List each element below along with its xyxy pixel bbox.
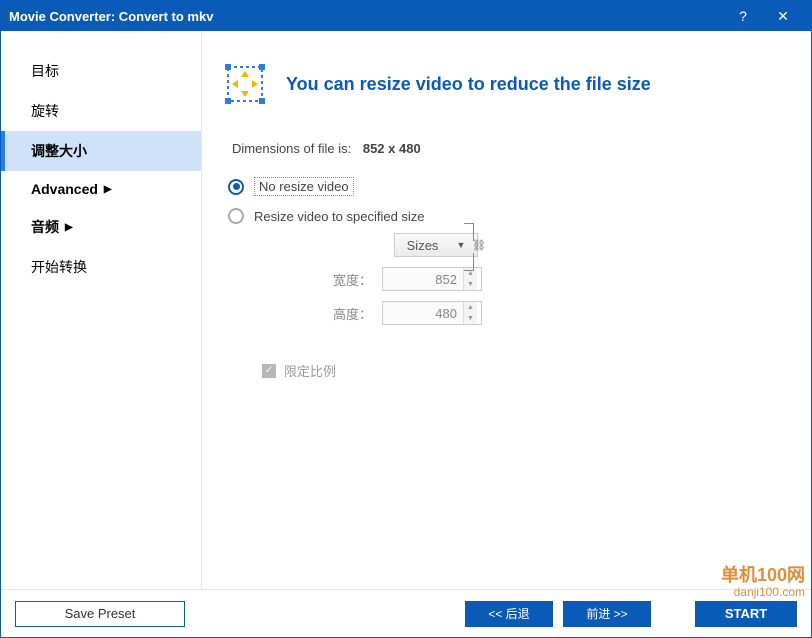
- width-input[interactable]: [383, 268, 463, 290]
- resize-icon: [222, 61, 268, 107]
- dimensions-value: 852 x 480: [363, 141, 421, 156]
- height-input[interactable]: [383, 302, 463, 324]
- radio-icon: [228, 179, 244, 195]
- lock-ratio-label: 限定比例: [284, 361, 336, 380]
- window-title: Movie Converter: Convert to mkv: [9, 9, 723, 24]
- radio-label: No resize video: [254, 177, 354, 196]
- sidebar-item-label: 目标: [31, 61, 59, 81]
- spin-down-icon[interactable]: ▼: [464, 313, 477, 324]
- titlebar: Movie Converter: Convert to mkv ? ✕: [1, 1, 811, 31]
- sidebar-item-label: 旋转: [31, 101, 59, 121]
- radio-no-resize[interactable]: No resize video: [228, 174, 781, 199]
- checkmark-icon: ✓: [262, 364, 276, 378]
- main-panel: You can resize video to reduce the file …: [202, 31, 811, 591]
- footer: Save Preset << 后退 前进 >> START: [1, 589, 811, 637]
- link-dimensions-icon[interactable]: ⛓: [464, 223, 478, 271]
- forward-button[interactable]: 前进 >>: [563, 601, 651, 627]
- sidebar-item-target[interactable]: 目标: [1, 51, 201, 91]
- chevron-right-icon: ▶: [104, 184, 112, 195]
- sidebar-item-start-convert[interactable]: 开始转换: [1, 247, 201, 287]
- dimensions-row: Dimensions of file is: 852 x 480: [232, 141, 781, 156]
- sidebar: 目标 旋转 调整大小 Advanced ▶ 音频 ▶ 开始转换: [1, 31, 201, 591]
- sidebar-item-label: 音频: [31, 217, 59, 237]
- save-preset-button[interactable]: Save Preset: [15, 601, 185, 627]
- start-button[interactable]: START: [695, 601, 797, 627]
- page-title: You can resize video to reduce the file …: [286, 74, 651, 95]
- radio-icon: [228, 208, 244, 224]
- back-button[interactable]: << 后退: [465, 601, 553, 627]
- spin-down-icon[interactable]: ▼: [464, 279, 477, 290]
- dimensions-label: Dimensions of file is:: [232, 141, 351, 156]
- sidebar-item-label: 开始转换: [31, 257, 87, 277]
- chevron-right-icon: ▶: [65, 222, 73, 233]
- sidebar-item-audio[interactable]: 音频 ▶: [1, 207, 201, 247]
- help-button[interactable]: ?: [723, 8, 763, 24]
- sidebar-item-resize[interactable]: 调整大小: [1, 131, 201, 171]
- radio-resize-specified[interactable]: Resize video to specified size: [228, 205, 781, 227]
- close-button[interactable]: ✕: [763, 8, 803, 25]
- width-label: 宽度：: [262, 270, 372, 289]
- sidebar-item-label: Advanced: [31, 181, 98, 197]
- sidebar-item-label: 调整大小: [31, 141, 87, 161]
- spin-up-icon[interactable]: ▲: [464, 302, 477, 313]
- sidebar-item-advanced[interactable]: Advanced ▶: [1, 171, 201, 207]
- resize-controls-group: Sizes ▼ 宽度： ▲▼ 高度： ▲▼ ⛓: [262, 233, 781, 380]
- lock-ratio-checkbox[interactable]: ✓ 限定比例: [262, 361, 781, 380]
- sizes-label: Sizes: [407, 238, 439, 253]
- sidebar-item-rotate[interactable]: 旋转: [1, 91, 201, 131]
- height-spinner[interactable]: ▲▼: [382, 301, 482, 325]
- radio-label: Resize video to specified size: [254, 209, 425, 224]
- height-label: 高度：: [262, 304, 372, 323]
